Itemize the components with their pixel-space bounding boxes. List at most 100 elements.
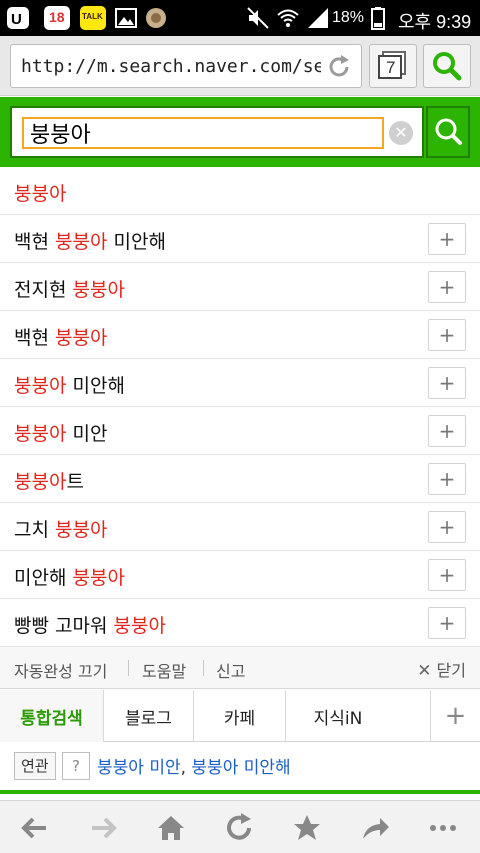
bookmark-star-icon[interactable] — [290, 811, 324, 845]
search-icon — [433, 52, 462, 81]
more-icon[interactable] — [426, 811, 460, 845]
suggestion-item[interactable]: 백현 붕붕아 + — [0, 311, 480, 359]
suggestion-part: 백현 — [14, 327, 55, 349]
append-query-button[interactable]: + — [428, 223, 466, 255]
suggestion-item[interactable]: 붕붕아 미안해 + — [0, 359, 480, 407]
kakaotalk-icon: TALK — [80, 6, 106, 30]
close-label: 닫기 — [436, 661, 466, 680]
highlighted-query: 붕붕아 — [72, 567, 125, 589]
battery-percent: 18% — [332, 9, 365, 26]
suggestion-item[interactable]: 붕붕아 미안 + — [0, 407, 480, 455]
browser-toolbar: http://m.search.naver.com/sear... 7 — [0, 36, 480, 96]
suggestion-list: 붕붕아 백현 붕붕아 미안해 + 전지현 붕붕아 + 백현 붕붕아 + 붕붕아 미안해 + 붕붕아… — [0, 167, 480, 647]
share-icon[interactable] — [358, 811, 392, 845]
suggestion-item[interactable]: 전지현 붕붕아 + — [0, 263, 480, 311]
tab-label: 카페 — [223, 708, 256, 729]
suggestion-part: 미안 — [66, 423, 108, 445]
related-link[interactable]: 붕붕아 미안 — [97, 758, 181, 778]
suggestion-part: 트 — [66, 471, 84, 493]
suggestion-item[interactable]: 그치 붕붕아 + — [0, 503, 480, 551]
url-text: http://m.search.naver.com/sear... — [21, 56, 321, 77]
append-query-button[interactable]: + — [428, 319, 466, 351]
append-query-button[interactable]: + — [428, 511, 466, 543]
suggestion-item[interactable]: 미안해 붕붕아 + — [0, 551, 480, 599]
add-tab-button[interactable]: + — [430, 690, 480, 742]
suggestion-part: 전지현 — [14, 279, 73, 301]
separator: , — [180, 758, 192, 778]
tab-count: 7 — [386, 58, 396, 77]
divider — [203, 660, 204, 676]
tab-integrated[interactable]: 통합검색 — [0, 690, 104, 742]
tab-blog[interactable]: 블로그 — [104, 690, 194, 742]
related-badge: 연관 — [14, 752, 56, 780]
reload-icon[interactable] — [325, 53, 353, 81]
wifi-icon — [277, 9, 299, 27]
autocomplete-off-link[interactable]: 자동완성 끄기 — [14, 658, 107, 682]
browser-search-button[interactable] — [423, 44, 471, 88]
suggestion-item[interactable]: 빵빵 고마워 붕붕아 + — [0, 599, 480, 647]
close-icon: ✕ — [417, 661, 432, 681]
suggestion-part: 백현 — [14, 231, 55, 253]
divider — [0, 790, 480, 794]
highlighted-query: 붕붕아 — [72, 279, 125, 301]
tab-label: 통합검색 — [20, 708, 83, 729]
notification-badge-icon: 18 — [44, 6, 70, 30]
suggestion-text: 백현 붕붕아 미안해 — [14, 227, 166, 254]
append-query-button[interactable]: + — [428, 607, 466, 639]
clear-search-button[interactable]: ✕ — [389, 121, 413, 145]
svg-text:U: U — [11, 11, 22, 28]
plus-icon: + — [444, 701, 467, 731]
append-query-button[interactable]: + — [428, 367, 466, 399]
tabs-button[interactable]: 7 — [369, 44, 417, 88]
suggestion-text: 전지현 붕붕아 — [14, 275, 125, 302]
suggestion-item[interactable]: 백현 붕붕아 미안해 + — [0, 215, 480, 263]
back-arrow-icon[interactable] — [18, 811, 52, 845]
gallery-icon — [115, 8, 137, 28]
search-input[interactable]: 붕붕아 — [22, 117, 384, 149]
close-icon: ✕ — [394, 123, 408, 142]
browser-bottom-nav — [0, 800, 480, 853]
suggestion-part: 빵빵 고마워 — [14, 615, 114, 637]
talk-label: TALK — [82, 12, 103, 21]
divider — [128, 660, 129, 676]
suggestion-part: 미안해 — [66, 375, 125, 397]
highlighted-query: 붕붕아 — [55, 231, 108, 253]
suggestion-text: 미안해 붕붕아 — [14, 563, 125, 590]
related-link[interactable]: 붕붕아 미안해 — [191, 758, 290, 778]
highlighted-query: 붕붕아 — [55, 327, 108, 349]
append-query-button[interactable]: + — [428, 463, 466, 495]
suggestion-item[interactable]: 붕붕아 — [0, 167, 480, 215]
search-tabs: 통합검색 블로그 카페 지식iN + — [0, 690, 480, 742]
highlighted-query: 붕붕아 — [14, 375, 67, 397]
highlighted-query: 붕붕아 — [55, 519, 108, 541]
url-bar[interactable]: http://m.search.naver.com/sear... — [10, 44, 362, 88]
search-field: 붕붕아 ✕ — [10, 106, 424, 158]
clock: 오후 9:39 — [398, 12, 472, 32]
append-query-button[interactable]: + — [428, 271, 466, 303]
tab-label: 지식iN — [313, 708, 363, 729]
home-icon[interactable] — [154, 811, 188, 845]
naver-search-bar: 붕붕아 ✕ — [0, 97, 480, 167]
related-help-button[interactable]: ? — [62, 752, 90, 780]
append-query-button[interactable]: + — [428, 559, 466, 591]
suggestion-text: 붕붕아 — [14, 179, 66, 206]
close-autocomplete-button[interactable]: ✕ 닫기 — [417, 657, 466, 681]
refresh-icon[interactable] — [222, 811, 256, 845]
highlighted-query: 붕붕아 — [14, 423, 67, 445]
search-submit-button[interactable] — [426, 106, 470, 158]
report-link[interactable]: 신고 — [216, 658, 245, 682]
tab-kin[interactable]: 지식iN — [286, 690, 390, 742]
status-bar: U 18 TALK 18% 오후 9:39 — [0, 0, 480, 36]
forward-arrow-icon[interactable] — [86, 811, 120, 845]
signal-icon — [308, 8, 328, 28]
battery-icon — [371, 7, 385, 30]
suggestion-part: 미안해 — [14, 567, 73, 589]
help-link[interactable]: 도움말 — [142, 658, 186, 682]
autocomplete-options: 자동완성 끄기 도움말 신고 ✕ 닫기 — [0, 647, 480, 689]
tab-cafe[interactable]: 카페 — [194, 690, 286, 742]
append-query-button[interactable]: + — [428, 415, 466, 447]
suggestion-part: 그치 — [14, 519, 55, 541]
tab-label: 블로그 — [125, 708, 172, 729]
suggestion-text: 붕붕아트 — [14, 467, 84, 494]
suggestion-item[interactable]: 붕붕아트 + — [0, 455, 480, 503]
